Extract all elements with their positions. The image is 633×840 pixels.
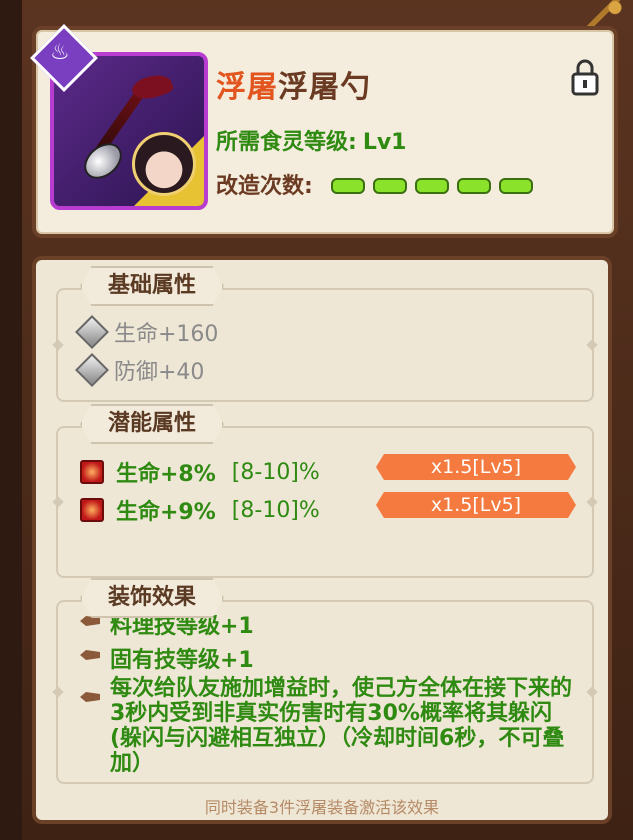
refine-pip: [499, 178, 533, 194]
refine-count-label: 改造次数:: [216, 174, 313, 199]
required-level-label: 所需食灵等级:: [216, 130, 357, 155]
refine-pip: [373, 178, 407, 194]
base-stat-row: 防御+40: [75, 353, 205, 387]
base-attributes-tab: 基础属性: [80, 266, 225, 306]
decoration-effect-text: 每次给队友施加增益时，使己方全体在接下来的3秒内受到非真实伤害时有30%概率将其…: [110, 676, 573, 776]
decoration-scroll-area[interactable]: 料理技等级+1 固有技等级+1 每次给队友施加增益时，使己方全体在接下来的3秒内…: [58, 602, 592, 782]
potential-stat-label: 生命+9%: [116, 500, 216, 525]
decoration-line-text: 固有技等级+1: [110, 648, 254, 673]
attributes-panel: 基础属性 生命+160 防御+40 潜能属性 生命+8% [8-10]% x1.…: [32, 256, 612, 824]
title-prefix: 浮屠: [216, 70, 278, 105]
gray-gem-icon: [75, 353, 109, 387]
decoration-effects-tab: 装饰效果: [80, 578, 225, 618]
potential-stat-row: 生命+8% [8-10]%: [80, 456, 320, 488]
potential-stat-label: 生命+8%: [116, 462, 216, 487]
divider-diamond: [586, 496, 598, 508]
base-stat-label: 防御+40: [114, 360, 205, 385]
refine-pip: [415, 178, 449, 194]
required-level-value: Lv1: [362, 130, 407, 155]
bowl-icon: ♨: [50, 40, 70, 65]
refine-pip: [457, 178, 491, 194]
lock-icon[interactable]: [570, 58, 600, 98]
gray-gem-icon: [75, 315, 109, 349]
potential-bonus-bar: x1.5[Lv5]: [376, 454, 576, 480]
left-frame-strip: [0, 0, 22, 840]
refine-pips: [331, 178, 533, 194]
equipment-header-card: ♨ 浮屠浮屠勺 所需食灵等级: Lv1 改造次数:: [30, 24, 618, 238]
base-stat-label: 生命+160: [114, 322, 219, 347]
potential-stat-range: [8-10]%: [231, 459, 320, 485]
potential-stat-row: 生命+9% [8-10]%: [80, 494, 320, 526]
potential-stat-range: [8-10]%: [231, 497, 320, 523]
red-gem-icon: [80, 460, 104, 484]
divider-diamond: [52, 496, 64, 508]
character-portrait-icon: [132, 132, 196, 196]
potential-attributes-section: 潜能属性 生命+8% [8-10]% x1.5[Lv5] 生命+9% [8-10…: [52, 404, 598, 578]
spoon-bowl-shape: [77, 136, 129, 186]
potential-attributes-tab: 潜能属性: [80, 404, 225, 444]
refine-pip: [331, 178, 365, 194]
bullet-icon: [80, 650, 100, 660]
equipment-title: 浮屠浮屠勺: [216, 62, 371, 106]
base-attributes-section: 基础属性 生命+160 防御+40: [52, 266, 598, 402]
required-level-line: 所需食灵等级: Lv1: [216, 124, 406, 156]
title-name: 浮屠勺: [278, 70, 371, 105]
decoration-line: 固有技等级+1: [80, 642, 254, 674]
divider-diamond: [586, 339, 598, 351]
bullet-icon: [80, 692, 100, 702]
red-gem-icon: [80, 498, 104, 522]
divider-diamond: [52, 339, 64, 351]
set-bonus-note: 同时装备3件浮屠装备激活该效果: [204, 798, 440, 817]
decoration-effects-section: 料理技等级+1 固有技等级+1 每次给队友施加增益时，使己方全体在接下来的3秒内…: [52, 578, 598, 784]
potential-bonus-bar: x1.5[Lv5]: [376, 492, 576, 518]
base-stat-row: 生命+160: [75, 315, 219, 349]
refine-count-line: 改造次数:: [216, 168, 313, 200]
